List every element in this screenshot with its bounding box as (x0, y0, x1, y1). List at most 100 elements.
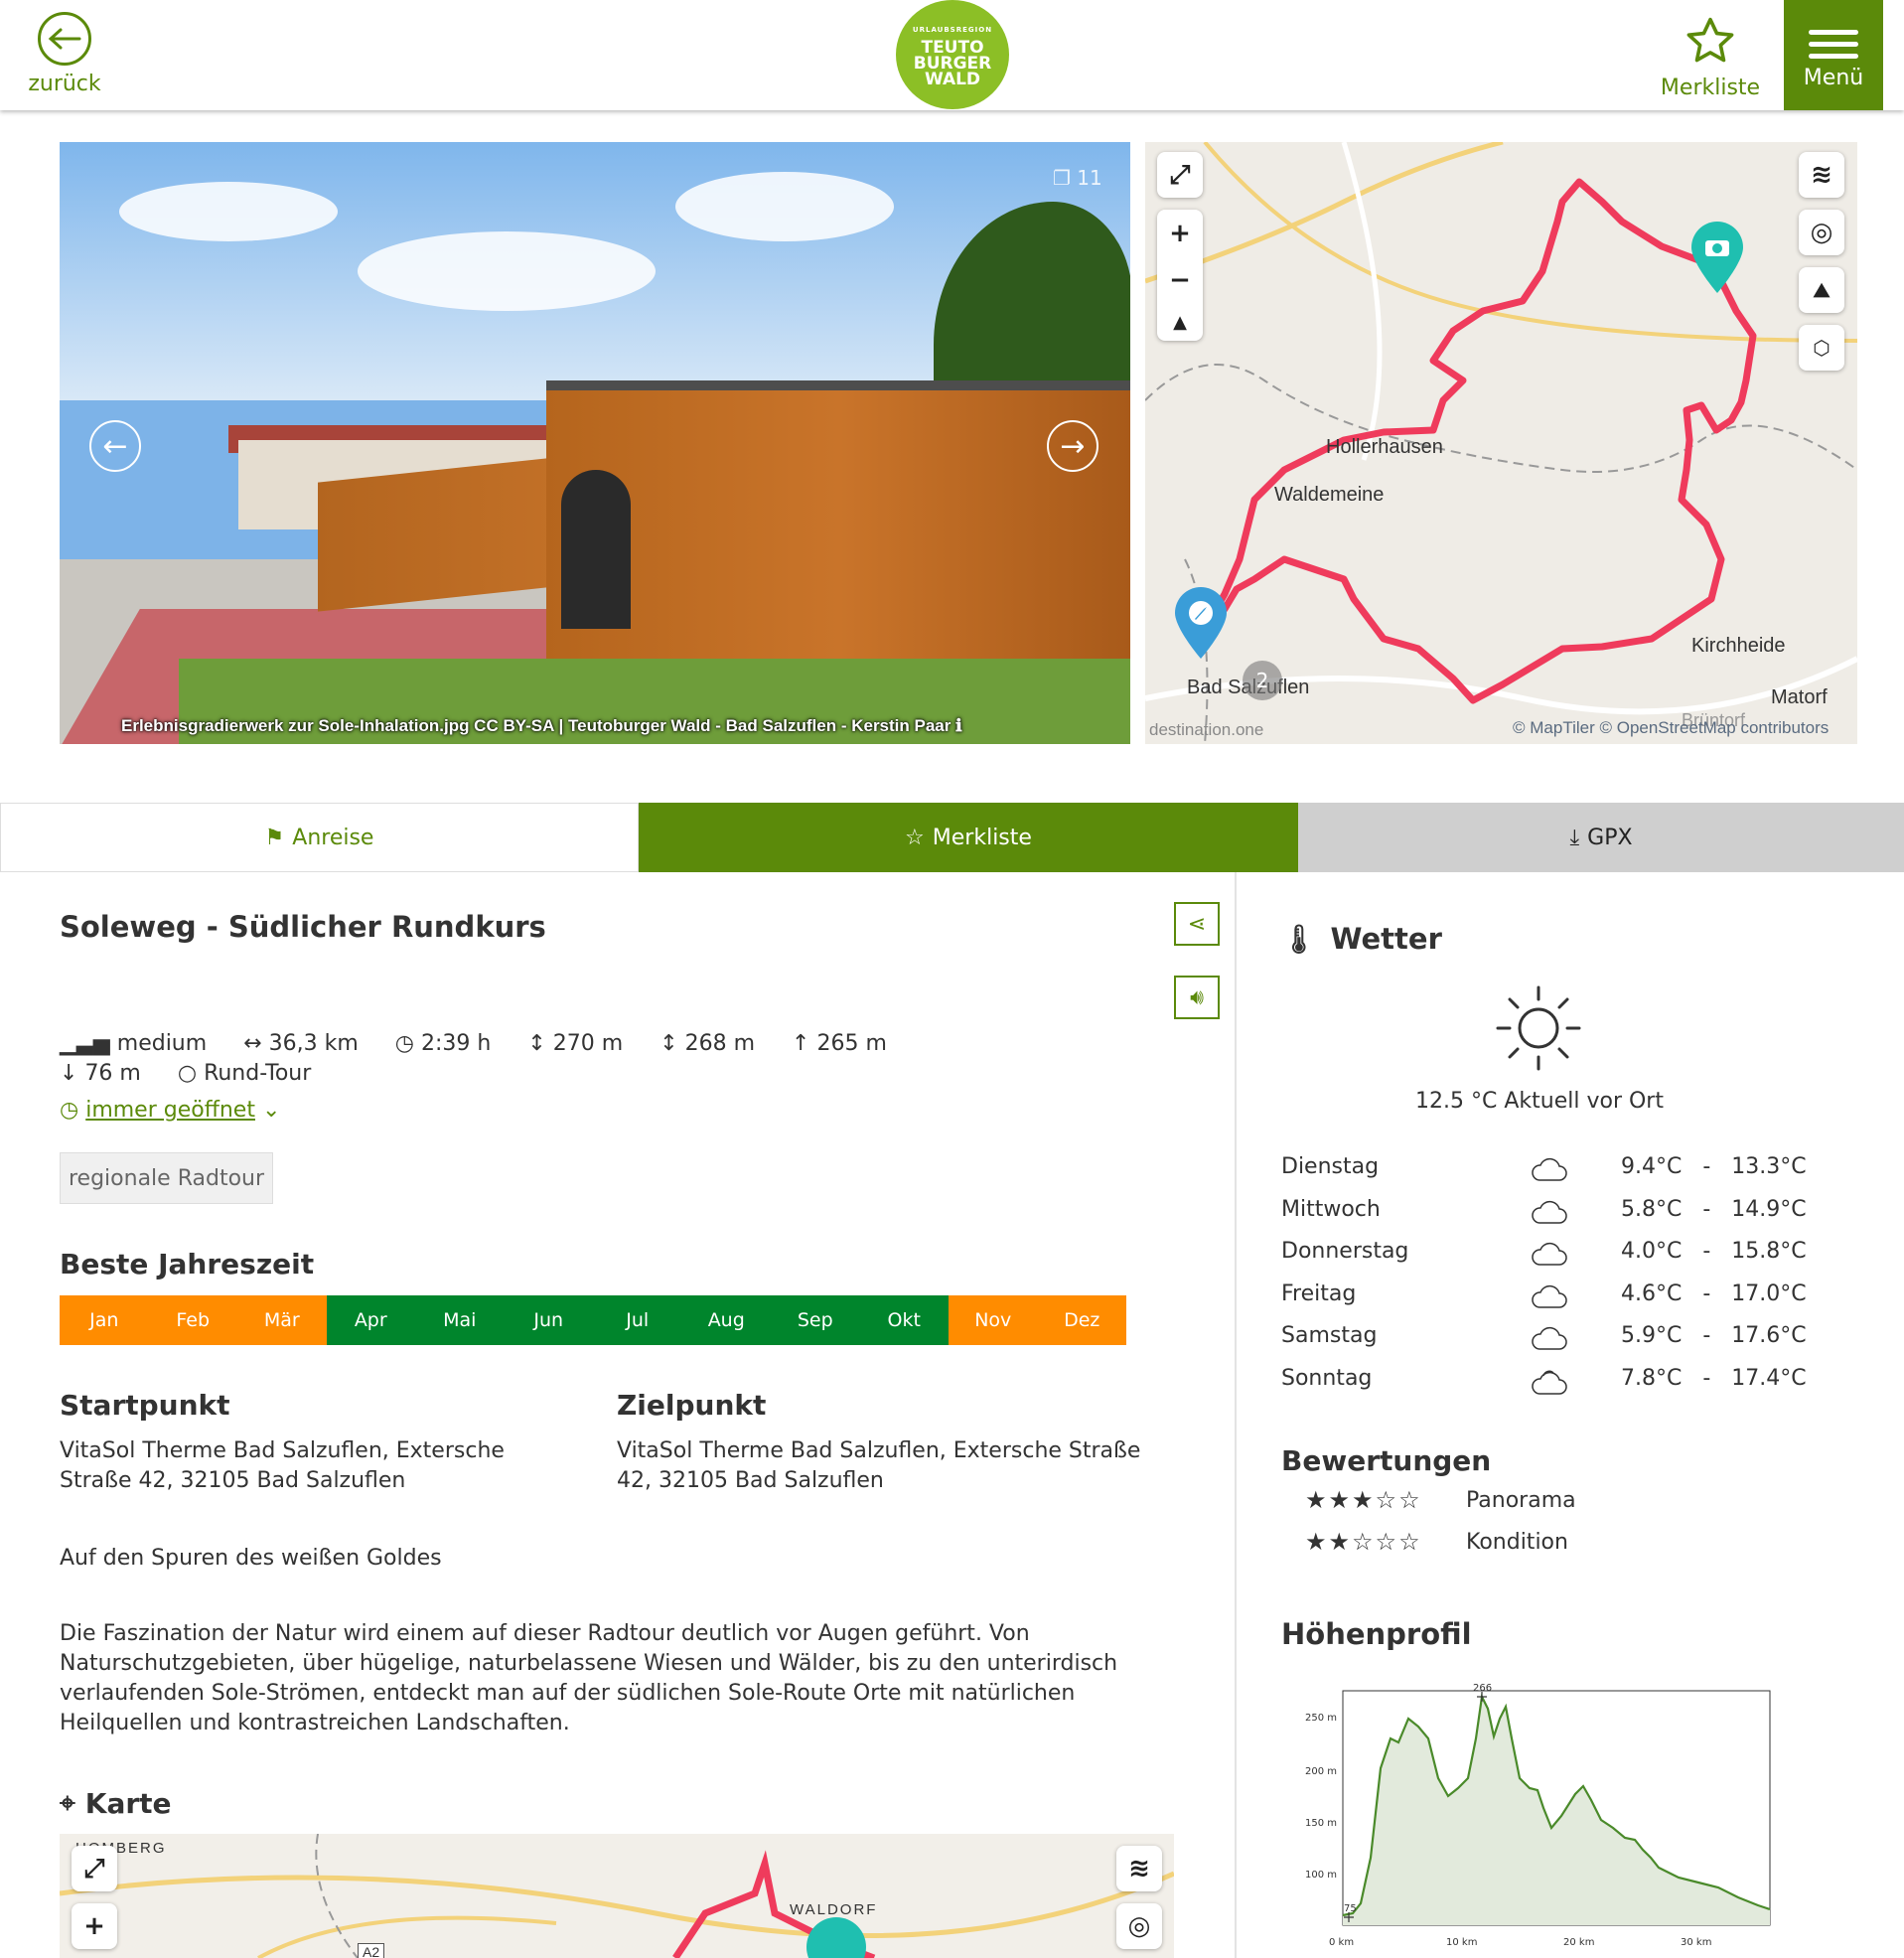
merkliste-button[interactable]: ☆ Merkliste (639, 803, 1298, 872)
image-gallery[interactable]: ❐ 11 ← → Erlebnisgradierwerk zur Sole-In… (60, 142, 1130, 744)
start-heading: Startpunkt (60, 1389, 230, 1422)
gallery-prev-button[interactable]: ← (89, 420, 141, 472)
map-heading: ⌖ Karte (60, 1786, 172, 1820)
anreise-button[interactable]: ⚑ Anreise (0, 803, 639, 872)
back-label: zurück (28, 72, 101, 96)
ascent-stat: ↑ 265 m (792, 1031, 887, 1056)
x-tick-label: 0 km (1329, 1937, 1354, 1948)
back-button[interactable]: zurück (20, 12, 109, 103)
detail-map[interactable]: HOMBERG A2 WALDORF ⤢ + ≋ ◎ (60, 1834, 1174, 1958)
circle-icon: ○ (177, 1061, 198, 1086)
tour-description: Die Faszination der Natur wird einem auf… (60, 1621, 1118, 1735)
tour-map[interactable]: Hollerhausen Waldemeine Kirchheide Bad S… (1145, 142, 1857, 744)
menu-button[interactable]: Menü (1784, 0, 1883, 110)
ratings-heading: Bewertungen (1281, 1444, 1492, 1477)
cube-icon: ⬡ (1813, 336, 1831, 360)
y-tick-label: 200 m (1305, 1766, 1337, 1777)
image-counter: ❐ 11 (1053, 166, 1102, 190)
arrows-vertical-icon: ↕ (659, 1031, 678, 1056)
zoom-in-button[interactable]: + (72, 1903, 117, 1949)
map-label-matorf: Matorf (1771, 686, 1828, 708)
3d-button[interactable]: ⬡ (1799, 325, 1844, 371)
locate-button[interactable]: ◎ (1799, 210, 1844, 255)
month-sep: Sep (771, 1295, 860, 1345)
signpost-icon: ⚑ (264, 825, 285, 850)
map-pin-icon: ⌖ (60, 1786, 75, 1819)
start-address: VitaSol Therme Bad Salzuflen, Extersche … (60, 1438, 505, 1493)
clock-icon: ◷ (60, 1098, 79, 1123)
duration-stat: ◷ 2:39 h (394, 1031, 492, 1056)
month-aug: Aug (681, 1295, 771, 1345)
best-season-heading: Beste Jahreszeit (60, 1248, 315, 1280)
images-icon: ❐ (1053, 166, 1071, 190)
month-jul: Jul (593, 1295, 682, 1345)
elevation-profile-chart[interactable]: 250 m 200 m 150 m 100 m 0 km 10 km 20 km… (1281, 1679, 1798, 1958)
map-cluster-marker[interactable]: 2 (1243, 661, 1282, 700)
opening-hours-toggle[interactable]: ◷ immer geöffnet ⌄ (60, 1098, 280, 1123)
star-rating: ★★☆☆☆ (1305, 1528, 1422, 1556)
clock-icon: ◷ (394, 1031, 414, 1056)
column-divider (1235, 872, 1237, 1958)
map-attribution[interactable]: © MapTiler © OpenStreetMap contributors (1513, 718, 1829, 738)
terrain-button[interactable]: ⛰ (1799, 267, 1844, 313)
star-rating: ★★★☆☆ (1305, 1486, 1422, 1514)
month-nov: Nov (949, 1295, 1038, 1345)
arrow-left-icon: ← (102, 428, 128, 464)
layers-button[interactable]: ≋ (1799, 152, 1844, 198)
map-label-waldorf: WALDORF (790, 1901, 878, 1918)
locate-icon: ◎ (1127, 1911, 1151, 1941)
forecast-row: Freitag 4.6°C - 17.0°C (1281, 1281, 1807, 1321)
elevation-stat-1: ↕ 270 m (527, 1031, 624, 1056)
locate-button[interactable]: ◎ (1116, 1903, 1162, 1949)
zoom-out-button[interactable]: − (1169, 265, 1191, 295)
cloud-icon (1530, 1283, 1567, 1315)
month-may: Mai (415, 1295, 505, 1345)
cloud-icon (1530, 1199, 1567, 1231)
image-caption: Erlebnisgradierwerk zur Sole-Inhalation.… (121, 716, 962, 735)
road-sign-a2: A2 (358, 1943, 385, 1958)
elevation-stat-2: ↕ 268 m (659, 1031, 756, 1056)
partly-cloudy-icon (1530, 1368, 1567, 1402)
arrows-vertical-icon: ↕ (527, 1031, 546, 1056)
audio-button[interactable]: 🔊︎ (1174, 976, 1220, 1019)
photo-poi-marker[interactable] (1687, 220, 1747, 295)
month-apr: Apr (326, 1295, 415, 1345)
arrow-right-icon: → (1060, 428, 1086, 464)
gpx-download-button[interactable]: ⤓ GPX (1298, 803, 1904, 872)
header-merkliste-button[interactable]: Merkliste (1651, 14, 1770, 105)
zoom-controls: + − ▲ (1157, 210, 1203, 341)
compass-icon[interactable]: ▲ (1173, 312, 1187, 333)
y-tick-label: 150 m (1305, 1818, 1337, 1829)
star-icon: ☆ (905, 825, 925, 850)
x-tick-label: 30 km (1681, 1937, 1711, 1948)
chevron-down-icon: ⌄ (261, 1098, 281, 1123)
forecast-row: Sonntag 7.8°C - 17.4°C (1281, 1366, 1807, 1406)
site-logo[interactable]: URLAUBSREGION TEUTO BURGER WALD (896, 0, 1009, 109)
y-tick-label: 250 m (1305, 1713, 1337, 1724)
tour-title: Soleweg - Südlicher Rundkurs (60, 910, 546, 944)
fullscreen-button[interactable]: ⤢ (72, 1846, 117, 1891)
thermometer-icon: 🌡︎ (1281, 922, 1317, 956)
distance-stat: ↔ 36,3 km (243, 1031, 359, 1056)
cloud-icon (1530, 1241, 1567, 1273)
forecast-row: Mittwoch 5.8°C - 14.9°C (1281, 1197, 1807, 1237)
fullscreen-button[interactable]: ⤢ (1157, 152, 1203, 198)
action-bar: ⚑ Anreise ☆ Merkliste ⤓ GPX (0, 803, 1904, 872)
gallery-next-button[interactable]: → (1047, 420, 1098, 472)
min-label: 75 (1344, 1903, 1357, 1914)
month-mar: Mär (237, 1295, 327, 1345)
y-tick-label: 100 m (1305, 1870, 1337, 1881)
forecast-row: Samstag 5.9°C - 17.6°C (1281, 1323, 1807, 1363)
layers-button[interactable]: ≋ (1116, 1846, 1162, 1891)
layers-icon: ≋ (1811, 160, 1832, 190)
rating-panorama: ★★★☆☆ Panorama (1305, 1486, 1576, 1514)
arrow-up-icon: ↑ (792, 1031, 810, 1056)
category-tag: regionale Radtour (60, 1152, 274, 1204)
cloud-icon (1530, 1325, 1567, 1357)
expand-icon: ⤢ (83, 1853, 105, 1883)
zoom-in-button[interactable]: + (1169, 219, 1191, 248)
start-marker[interactable] (1171, 585, 1231, 661)
difficulty-stat: ▁▃▅ medium (60, 1031, 208, 1056)
share-button[interactable]: ⋖ (1174, 902, 1220, 946)
tour-stats: ▁▃▅ medium ↔ 36,3 km ◷ 2:39 h ↕ 270 m ↕ … (60, 1029, 1033, 1089)
